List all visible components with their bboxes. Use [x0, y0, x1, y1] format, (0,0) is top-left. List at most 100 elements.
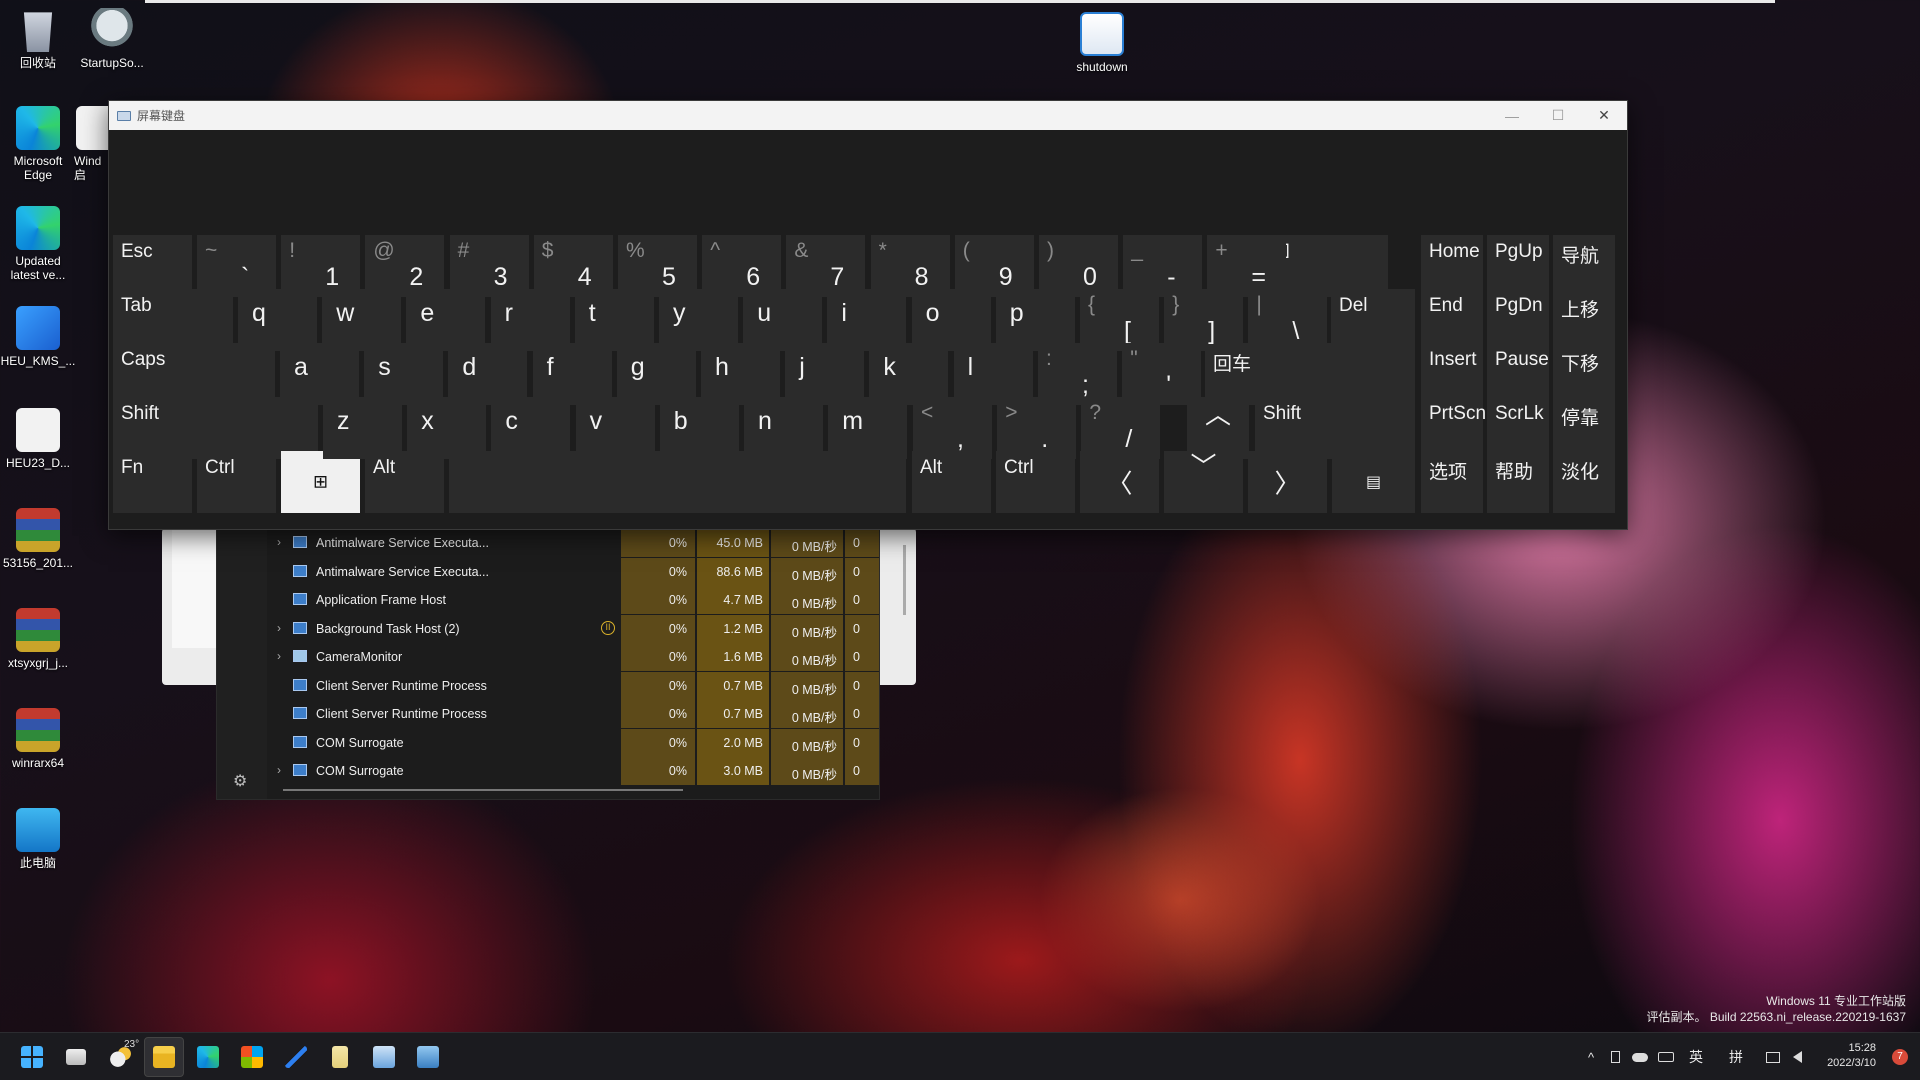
key-letter-f[interactable]: f [532, 343, 612, 405]
key-nav-2-1[interactable]: Pause [1487, 343, 1549, 405]
weather-widget-button[interactable]: 23° [100, 1037, 140, 1077]
tray-volume[interactable] [1786, 1033, 1808, 1080]
key-alt-right[interactable]: Alt [912, 451, 991, 513]
desktop-icon-heu23[interactable]: HEU23_D... [0, 408, 76, 470]
key-row1-10[interactable]: ) 0 [1039, 235, 1118, 297]
key-row2-sym-1[interactable]: }] [1164, 289, 1244, 351]
key-row1-0[interactable]: ~ ` [197, 235, 276, 297]
key-tab[interactable]: Tab [113, 289, 233, 351]
key-row1-5[interactable]: % 5 [618, 235, 697, 297]
key-row1-6[interactable]: ^ 6 [702, 235, 782, 297]
key-nav-3-0[interactable]: PrtScn [1421, 397, 1486, 459]
key-nav-1-1[interactable]: PgDn [1487, 289, 1549, 351]
key-letter-r[interactable]: r [490, 289, 570, 351]
key-letter-v[interactable]: v [575, 397, 655, 459]
key-right-arrow[interactable]: 〉 [1248, 451, 1327, 513]
key-letter-e[interactable]: e [406, 289, 486, 351]
key-letter-g[interactable]: g [616, 343, 696, 405]
desktop-icon-edge[interactable]: Microsoft Edge [0, 106, 76, 182]
desktop-icon-heu-kms[interactable]: HEU_KMS_... [0, 306, 76, 368]
desktop-icon-xtsyxgrj[interactable]: xtsyxgrj_j... [0, 608, 76, 670]
key-menu[interactable]: ▤ [1332, 451, 1415, 513]
key-row1-4[interactable]: $4 [533, 235, 613, 297]
key-nav-4-0[interactable]: 选项 [1421, 451, 1483, 513]
key-left-arrow[interactable]: 〈 [1080, 451, 1159, 513]
vertical-scrollbar[interactable] [903, 545, 906, 615]
process-row[interactable]: › Background Task Host (2) 0% 1.2 MB 0 MB/秒 0… [267, 614, 879, 643]
key-del[interactable]: Del [1331, 289, 1415, 351]
key-letter-y[interactable]: y [659, 289, 738, 351]
key-row1-7[interactable]: & 7 [786, 235, 866, 297]
remote-desktop-taskbar-button[interactable] [364, 1037, 404, 1077]
key-down-arrow[interactable]: ﹀ [1164, 451, 1243, 513]
desktop-icon-this-pc[interactable]: 此电脑 [0, 808, 76, 870]
taskbar-clock[interactable]: 15:28 2022/3/10 [1827, 1041, 1876, 1071]
file-explorer-button[interactable] [144, 1037, 184, 1077]
tray-onedrive[interactable] [1628, 1033, 1652, 1080]
process-row[interactable]: Client Server Runtime Process 0% 0.7 MB 0 M… [267, 700, 879, 728]
key-nav-2-0[interactable]: Insert [1421, 343, 1483, 405]
tray-keyboard[interactable] [1654, 1033, 1678, 1080]
process-row[interactable]: Application Frame Host 0% 4.7 MB 0 MB/秒 0 [267, 586, 879, 614]
key-letter-a[interactable]: a [280, 343, 359, 405]
key-letter-u[interactable]: u [743, 289, 823, 351]
store-taskbar-button[interactable] [232, 1037, 272, 1077]
key-fn[interactable]: Fn [113, 451, 192, 513]
key-letter-x[interactable]: x [407, 397, 487, 459]
key-nav-4-2[interactable]: 淡化 [1553, 451, 1615, 513]
key-letter-b[interactable]: b [659, 397, 739, 459]
key-ctrl-right[interactable]: Ctrl [996, 451, 1075, 513]
key-row1-12[interactable]: + = [1207, 235, 1287, 297]
key-row2-sym-2[interactable]: | \ [1248, 289, 1328, 351]
key-row1-8[interactable]: * 8 [870, 235, 950, 297]
key-enter[interactable]: 回车 [1205, 343, 1415, 405]
notification-badge[interactable]: 7 [1892, 1049, 1908, 1065]
key-row1-2[interactable]: @2 [365, 235, 445, 297]
key-ctrl-left[interactable]: Ctrl [197, 451, 276, 513]
key-space[interactable] [449, 451, 906, 513]
minimize-button[interactable]: — [1489, 101, 1535, 130]
key-letter-h[interactable]: h [701, 343, 780, 405]
key-nav-3-2[interactable]: 停靠 [1553, 397, 1615, 459]
key-letter-i[interactable]: i [827, 289, 907, 351]
process-row[interactable]: › CameraMonitor 0% 1.6 MB 0 MB/秒 0 [267, 643, 879, 671]
desktop-icon-recycle-bin[interactable]: 回收站 [0, 8, 76, 70]
key-nav-1-0[interactable]: End [1421, 289, 1483, 351]
key-letter-t[interactable]: t [574, 289, 654, 351]
desktop-icon-shutdown[interactable]: shutdown [1064, 12, 1140, 74]
desktop-icon-53156[interactable]: 53156_201... [0, 508, 76, 570]
key-row4-sym-2[interactable]: ? / [1081, 397, 1161, 459]
tray-input-method[interactable]: 拼 [1724, 1033, 1748, 1080]
key-windows[interactable]: ⊞ [281, 451, 360, 513]
key-nav-0-0[interactable]: Home [1421, 235, 1483, 297]
key-letter-w[interactable]: w [322, 289, 402, 351]
key-alt-left[interactable]: Alt [365, 451, 444, 513]
key-nav-2-2[interactable]: 下移 [1553, 343, 1615, 405]
maximize-button[interactable]: ☐ [1535, 101, 1581, 130]
key-letter-n[interactable]: n [744, 397, 823, 459]
key-caps[interactable]: Caps [113, 343, 275, 405]
key-row1-9[interactable]: (9 [954, 235, 1034, 297]
task-view-button[interactable] [56, 1037, 96, 1077]
key-row1-1[interactable]: ! 1 [281, 235, 361, 297]
process-row[interactable]: › COM Surrogate 0% 3.0 MB 0 MB/秒 0 [267, 757, 879, 785]
monitor-taskbar-button[interactable] [408, 1037, 448, 1077]
key-letter-l[interactable]: l [953, 343, 1033, 405]
key-nav-0-2[interactable]: 导航 [1553, 235, 1615, 297]
key-row1-3[interactable]: #3 [449, 235, 529, 297]
key-row1-11[interactable]: _ - [1123, 235, 1203, 297]
tray-device-icon[interactable] [1604, 1033, 1626, 1080]
key-row2-sym-0[interactable]: {[ [1080, 289, 1159, 351]
desktop-icon-startupso[interactable]: StartupSo... [74, 8, 150, 70]
key-letter-p[interactable]: p [995, 289, 1075, 351]
tray-overflow-chevron[interactable]: ^ [1580, 1033, 1602, 1080]
key-letter-j[interactable]: j [785, 343, 865, 405]
key-letter-c[interactable]: c [491, 397, 571, 459]
key-letter-o[interactable]: o [911, 289, 991, 351]
key-nav-1-2[interactable]: 上移 [1553, 289, 1615, 351]
settings-icon[interactable]: ⚙ [233, 771, 247, 791]
key-row3-sym-0[interactable]: :; [1038, 343, 1117, 405]
osk-titlebar[interactable]: 屏幕键盘 — ☐ ✕ [109, 101, 1627, 130]
key-row4-sym-1[interactable]: >. [997, 397, 1077, 459]
key-letter-m[interactable]: m [828, 397, 908, 459]
